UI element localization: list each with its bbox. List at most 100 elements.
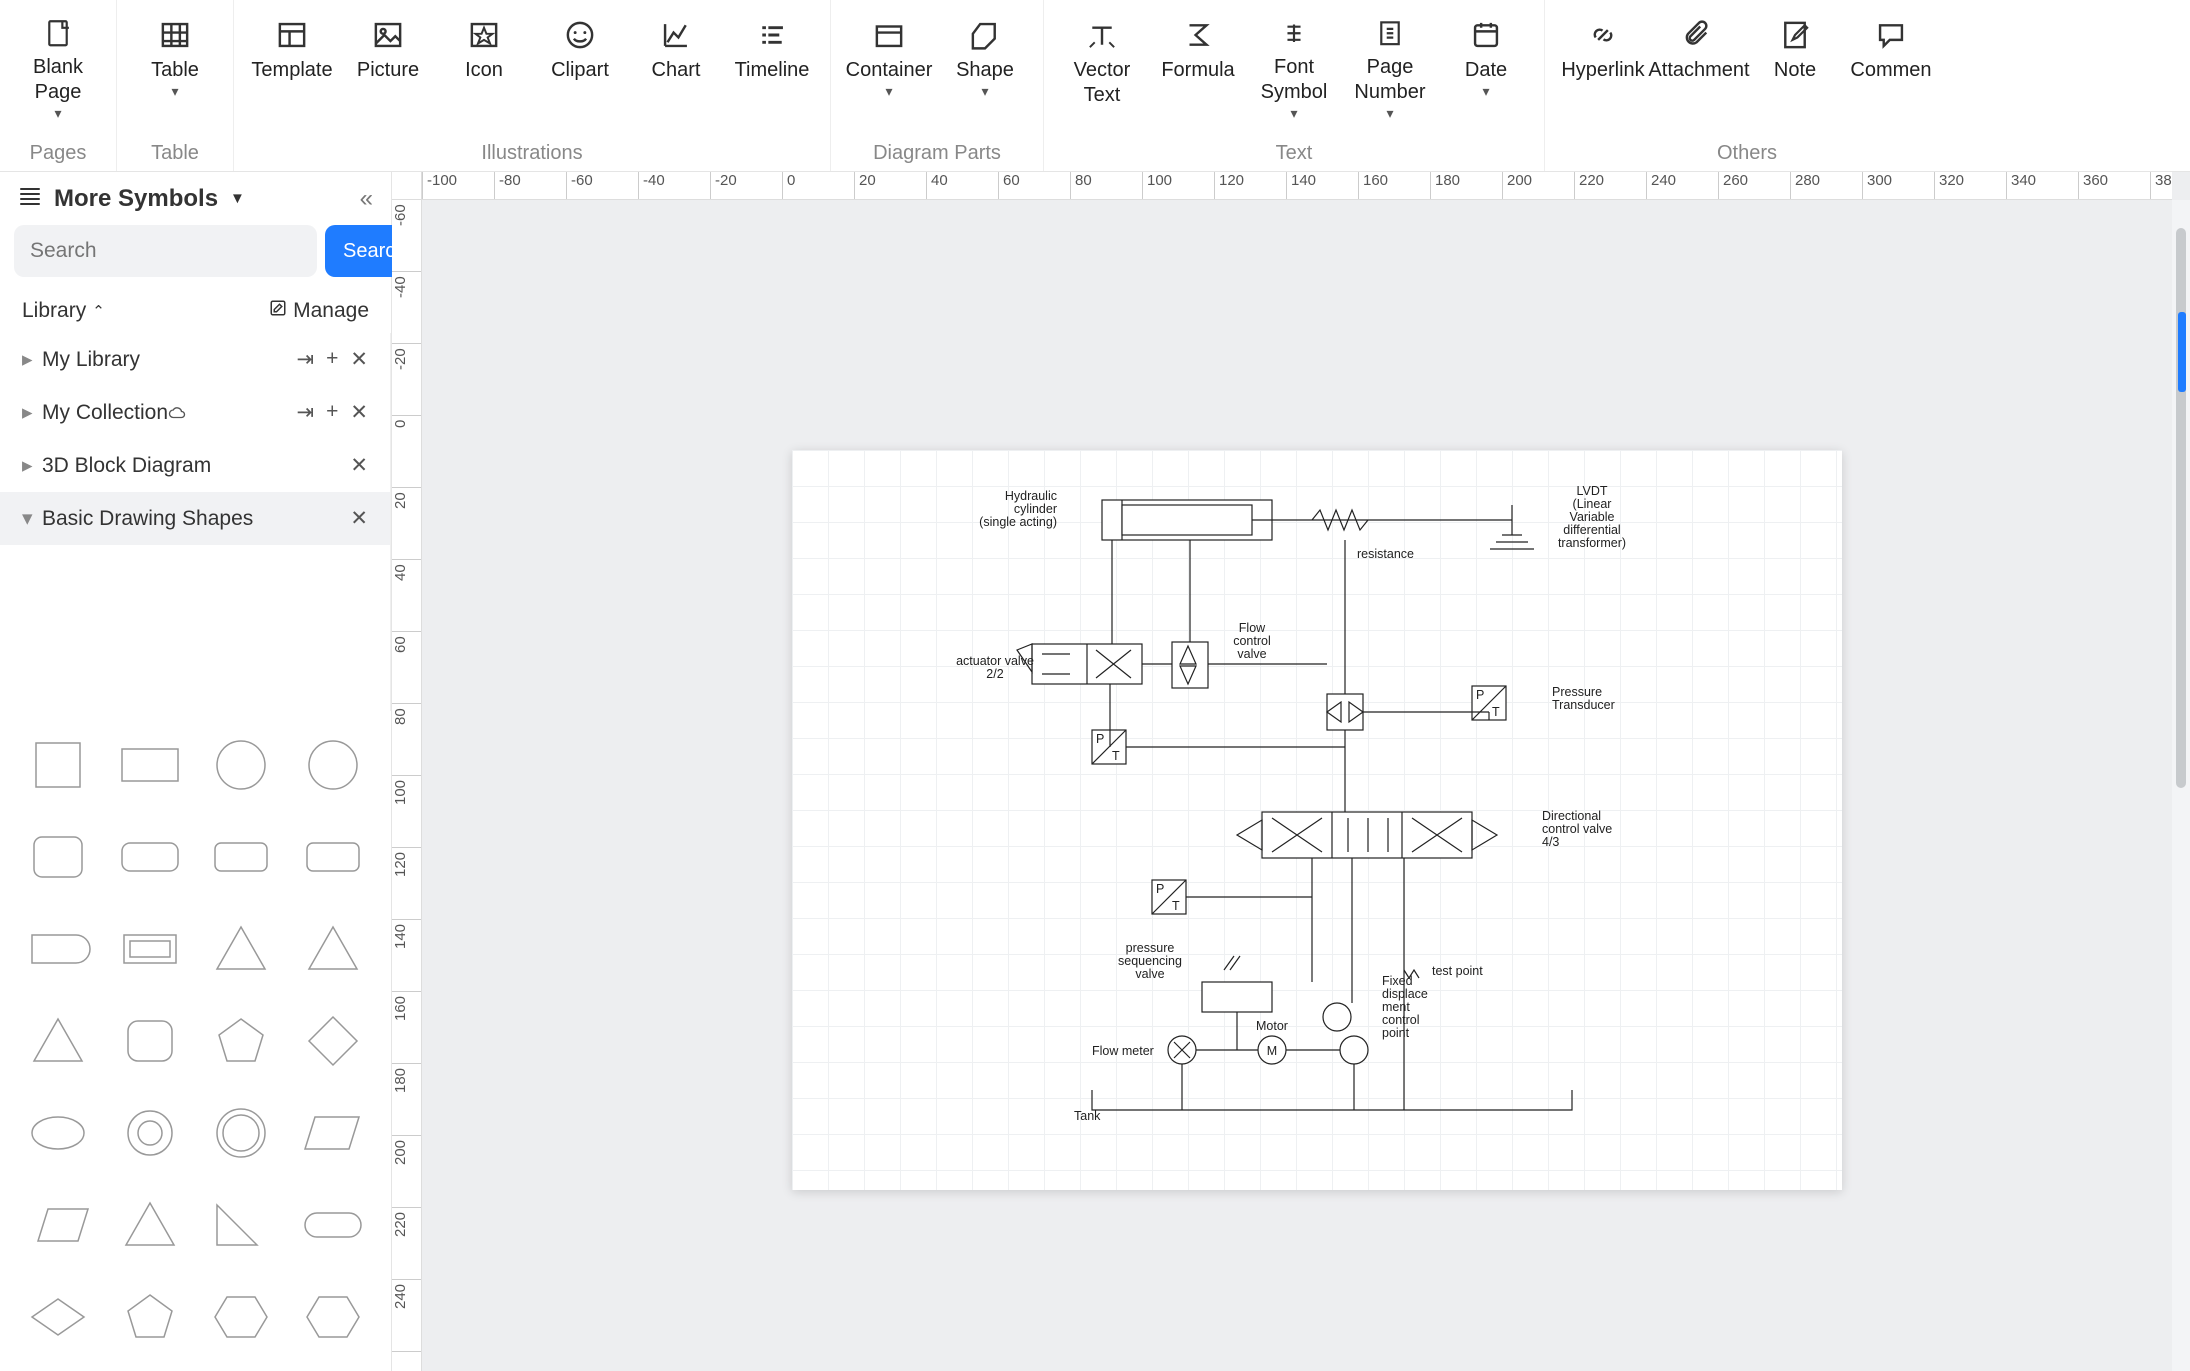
library-list: ▸My Library⇥+✕▸My Collection ⇥+✕▸3D Bloc… [0,333,391,711]
group-label: Others [1717,136,1777,165]
palette-shape-26[interactable] [202,1277,282,1357]
library-row-my-collection[interactable]: ▸My Collection ⇥+✕ [0,386,390,439]
ribbon-group-text: VectorTextFormulaFontSymbol▾PageNumber▾D… [1043,0,1544,171]
ribbon-btn-template[interactable]: Template [244,4,340,122]
ribbon-btn-hyperlink[interactable]: Hyperlink [1555,4,1651,122]
workspace: More Symbols ▼ « Search Library ⌃ Manage… [0,172,2190,1371]
palette-shape-10[interactable] [202,909,282,989]
ribbon-btn-clipart[interactable]: Clipart [532,4,628,122]
palette-shape-3[interactable] [293,725,373,805]
ribbon-btn-formula[interactable]: Formula [1150,4,1246,122]
palette-shape-22[interactable] [202,1185,282,1265]
palette-shape-18[interactable] [202,1093,282,1173]
palette-shape-13[interactable] [110,1001,190,1081]
ribbon-btn-shape[interactable]: Shape▾ [937,4,1033,122]
svg-text:Flow meter: Flow meter [1092,1044,1154,1058]
ribbon-btn-picture[interactable]: Picture [340,4,436,122]
group-label: Text [1276,136,1313,165]
search-input[interactable] [14,225,317,277]
ribbon-btn-icon[interactable]: Icon [436,4,532,122]
palette-shape-1[interactable] [110,725,190,805]
palette-shape-25[interactable] [110,1277,190,1357]
palette-shape-5[interactable] [110,817,190,897]
dropdown-caret-icon[interactable]: ▼ [230,190,245,207]
ribbon-btn-timeline[interactable]: Timeline [724,4,820,122]
ribbon-group-diagram-parts: Container▾Shape▾ Diagram Parts [830,0,1043,171]
svg-text:T: T [1172,899,1180,913]
ribbon-btn-commen[interactable]: Commen [1843,4,1939,122]
manage-link[interactable]: Manage [269,299,369,323]
library-header[interactable]: Library [22,299,86,323]
ribbon-btn-table[interactable]: Table▾ [127,4,223,122]
group-label: Table [151,136,199,165]
svg-text:P: P [1476,688,1484,702]
ribbon-group-pages: BlankPage▾ Pages [0,0,116,171]
palette-shape-9[interactable] [110,909,190,989]
palette-shape-7[interactable] [293,817,373,897]
svg-text:Directionalcontrol valve4/3: Directionalcontrol valve4/3 [1542,809,1612,849]
ribbon-btn-attachment[interactable]: Attachment [1651,4,1747,122]
ribbon-btn-container[interactable]: Container▾ [841,4,937,122]
import-icon[interactable]: ⇥ [297,400,315,425]
library-row-my-library[interactable]: ▸My Library⇥+✕ [0,333,390,386]
svg-text:Tank: Tank [1074,1109,1101,1123]
ribbon-btn-page-number[interactable]: PageNumber▾ [1342,4,1438,122]
svg-text:T: T [1492,705,1500,719]
palette-shape-19[interactable] [293,1093,373,1173]
ruler-vertical: -60-40-200204060801001201401601802002202… [392,200,422,1371]
palette-shape-8[interactable] [18,909,98,989]
palette-shape-27[interactable] [293,1277,373,1357]
close-icon[interactable]: ✕ [350,453,368,478]
palette-shape-12[interactable] [18,1001,98,1081]
palette-shape-14[interactable] [202,1001,282,1081]
ribbon-btn-chart[interactable]: Chart [628,4,724,122]
canvas-viewport[interactable]: Hydrauliccylinder(single acting) resista… [422,200,2172,1371]
ribbon-group-others: HyperlinkAttachmentNoteCommen Others [1544,0,1949,171]
svg-text:Flowcontrolvalve: Flowcontrolvalve [1233,621,1271,661]
palette-shape-2[interactable] [202,725,282,805]
palette-shape-6[interactable] [202,817,282,897]
library-row-basic-drawing-shapes[interactable]: ▾Basic Drawing Shapes✕ [0,492,390,545]
palette-shape-21[interactable] [110,1185,190,1265]
ribbon-btn-blank-page[interactable]: BlankPage▾ [10,4,106,122]
collapse-panel-icon[interactable]: « [360,185,373,213]
palette-shape-20[interactable] [18,1185,98,1265]
palette-shape-0[interactable] [18,725,98,805]
drawing-page[interactable]: Hydrauliccylinder(single acting) resista… [792,450,1842,1190]
import-icon[interactable]: ⇥ [297,347,315,372]
ribbon-group-illustrations: TemplatePictureIconClipartChartTimeline I… [233,0,830,171]
add-icon[interactable]: + [326,400,338,425]
palette-shape-23[interactable] [293,1185,373,1265]
diagram[interactable]: Hydrauliccylinder(single acting) resista… [792,450,1842,1190]
caret-up-icon[interactable]: ⌃ [92,302,105,320]
svg-text:T: T [1112,749,1120,763]
ruler-corner [392,172,422,200]
svg-text:Hydrauliccylinder(single actin: Hydrauliccylinder(single acting) [979,489,1057,529]
ribbon-group-table: Table▾ Table [116,0,233,171]
palette-shape-4[interactable] [18,817,98,897]
palette-shape-16[interactable] [18,1093,98,1173]
ribbon-btn-note[interactable]: Note [1747,4,1843,122]
svg-text:P: P [1096,732,1104,746]
palette-shape-24[interactable] [18,1277,98,1357]
svg-text:resistance: resistance [1357,547,1414,561]
stack-icon [18,184,42,213]
svg-text:Motor: Motor [1256,1019,1288,1033]
group-label: Illustrations [481,136,582,165]
palette-shape-17[interactable] [110,1093,190,1173]
ribbon-btn-date[interactable]: Date▾ [1438,4,1534,122]
ribbon-btn-font-symbol[interactable]: FontSymbol▾ [1246,4,1342,122]
group-label: Pages [30,136,87,165]
group-label: Diagram Parts [873,136,1001,165]
ribbon-toolbar: BlankPage▾ Pages Table▾ Table TemplatePictur… [0,0,2190,172]
library-row-3d-block-diagram[interactable]: ▸3D Block Diagram✕ [0,439,390,492]
ribbon-btn-vector-text[interactable]: VectorText [1054,4,1150,122]
close-icon[interactable]: ✕ [350,347,368,372]
close-icon[interactable]: ✕ [350,506,368,531]
add-icon[interactable]: + [326,347,338,372]
shapes-palette [0,711,391,1371]
svg-text:actuator valve2/2: actuator valve2/2 [956,654,1034,681]
palette-shape-15[interactable] [293,1001,373,1081]
close-icon[interactable]: ✕ [350,400,368,425]
palette-shape-11[interactable] [293,909,373,989]
